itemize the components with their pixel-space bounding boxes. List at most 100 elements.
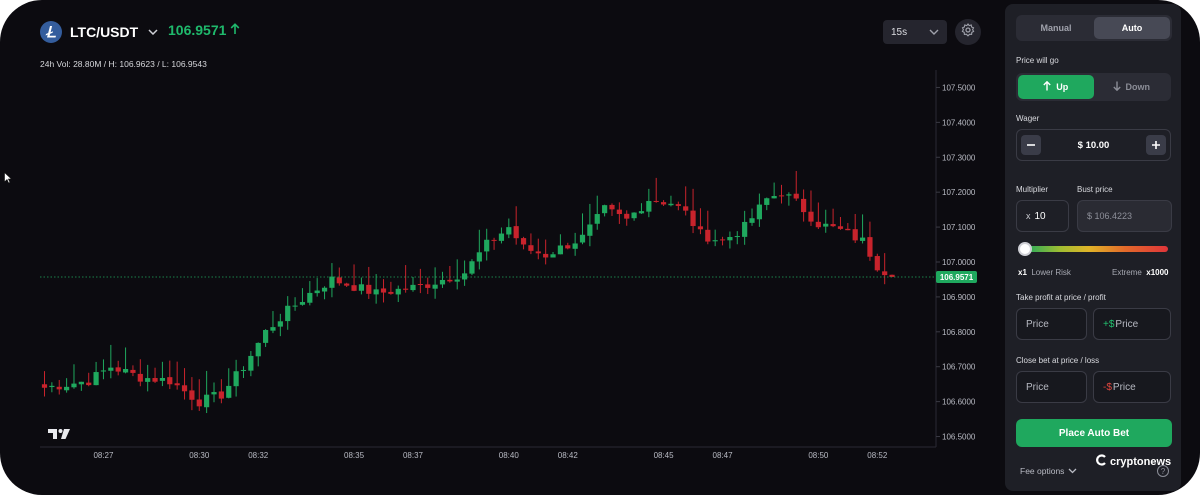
direction-toggle: Up Down <box>1016 73 1171 101</box>
fee-options-toggle[interactable]: Fee options <box>1020 466 1077 476</box>
candle-body <box>543 253 549 258</box>
candle-body <box>520 238 527 245</box>
multiplier-prefix: x <box>1026 211 1031 221</box>
candle-body <box>292 305 298 307</box>
stop-loss-amount-input[interactable]: -$ Price <box>1093 371 1171 403</box>
time-tick-label: 08:27 <box>93 451 114 460</box>
candle-body <box>513 226 519 239</box>
time-tick-label: 08:32 <box>248 451 269 460</box>
candle-body <box>631 212 637 219</box>
risk-slider-track[interactable] <box>1024 246 1168 252</box>
candle-body <box>830 224 836 227</box>
candle-body <box>587 224 593 236</box>
time-tick-label: 08:40 <box>499 451 520 460</box>
fee-options-label: Fee options <box>1020 466 1065 476</box>
candle-body <box>565 245 571 249</box>
chevron-down-icon <box>1068 466 1077 476</box>
stop-loss-price-input[interactable]: Price <box>1016 371 1087 403</box>
candle-body <box>602 205 608 214</box>
candle-body <box>410 284 416 291</box>
time-tick-label: 08:47 <box>713 451 734 460</box>
candle-body <box>130 369 136 373</box>
candle-body <box>734 236 740 238</box>
up-button[interactable]: Up <box>1018 75 1094 99</box>
candle-body <box>100 370 107 372</box>
candle-body <box>616 209 622 215</box>
candle-body <box>307 292 313 303</box>
risk-min-value: x1 <box>1018 268 1027 277</box>
arrow-up-icon <box>1043 80 1051 93</box>
candle-body <box>270 327 276 331</box>
direction-label: Price will go <box>1016 56 1059 65</box>
stop-loss-label: Close bet at price / loss <box>1016 356 1100 365</box>
candle-body <box>137 373 143 382</box>
price-tick-label: 107.1000 <box>942 223 976 232</box>
price-tick-label: 107.0000 <box>942 258 976 267</box>
price-tick-label: 106.9000 <box>942 293 976 302</box>
stop-loss-price-placeholder: Price <box>1026 381 1049 393</box>
candle-body <box>196 399 202 407</box>
candle-body <box>778 195 785 197</box>
candle-body <box>159 378 166 381</box>
mode-toggle: Manual Auto <box>1016 15 1172 41</box>
tab-auto[interactable]: Auto <box>1094 17 1170 39</box>
candle-body <box>705 229 711 242</box>
place-auto-bet-button[interactable]: Place Auto Bet <box>1016 419 1172 447</box>
take-profit-amount-input[interactable]: +$ Price <box>1093 308 1171 340</box>
candle-body <box>56 386 62 390</box>
candle-body <box>115 367 121 372</box>
bust-price-label: Bust price <box>1077 185 1113 194</box>
candle-body <box>498 233 505 241</box>
wager-input[interactable]: $ 10.00 <box>1078 140 1110 151</box>
mouse-cursor-icon <box>4 171 13 189</box>
cryptonews-logo-icon <box>1095 454 1107 469</box>
minus-icon <box>1027 144 1035 146</box>
candlestick-chart[interactable]: 106.9571 107.5000 107.4000 107.3000 107.200… <box>0 0 1000 495</box>
candle-body <box>461 273 468 280</box>
time-tick-label: 08:45 <box>654 451 675 460</box>
candle-body <box>557 245 563 255</box>
risk-slider-handle[interactable] <box>1018 242 1032 256</box>
candle-body <box>815 221 821 228</box>
down-button[interactable]: Down <box>1094 75 1170 99</box>
stop-loss-amount-placeholder: Price <box>1112 381 1136 393</box>
risk-min: x1 Lower Risk <box>1018 268 1071 277</box>
tab-manual[interactable]: Manual <box>1018 17 1094 39</box>
multiplier-input[interactable]: x 10 <box>1016 200 1069 232</box>
candle-body <box>358 284 365 291</box>
price-tick-label: 107.4000 <box>942 118 976 127</box>
candle-body <box>845 228 851 231</box>
price-tick-label: 106.5000 <box>942 433 976 442</box>
candle-body <box>476 252 482 262</box>
wager-stepper: $ 10.00 <box>1016 129 1171 161</box>
risk-max-label: Extreme <box>1112 268 1142 277</box>
candle-body <box>771 195 777 199</box>
time-tick-label: 08:37 <box>403 451 424 460</box>
candle-body <box>145 378 151 382</box>
candle-body <box>646 201 652 212</box>
candle-body <box>49 385 55 388</box>
candle-body <box>653 200 659 202</box>
candle-body <box>285 305 291 322</box>
wager-label: Wager <box>1016 114 1040 123</box>
candle-body <box>277 321 283 327</box>
decrease-wager-button[interactable] <box>1021 135 1041 155</box>
help-icon[interactable]: ? <box>1157 465 1169 477</box>
candle-body <box>727 237 733 241</box>
price-tick-label: 107.5000 <box>942 83 976 92</box>
candle-body <box>336 277 342 284</box>
time-tick-label: 08:52 <box>867 451 888 460</box>
candle-body <box>417 283 423 285</box>
candle-body <box>594 214 600 224</box>
take-profit-price-input[interactable]: Price <box>1016 308 1087 340</box>
candle-body <box>719 239 726 241</box>
candle-body <box>528 245 534 251</box>
candle-body <box>211 392 217 395</box>
candle-body <box>786 194 792 196</box>
candle-body <box>837 226 844 229</box>
candle-body <box>314 290 320 294</box>
increase-wager-button[interactable] <box>1145 135 1166 155</box>
risk-max: Extreme x1000 <box>1112 268 1169 277</box>
down-label: Down <box>1125 82 1151 92</box>
candle-body <box>491 239 497 241</box>
